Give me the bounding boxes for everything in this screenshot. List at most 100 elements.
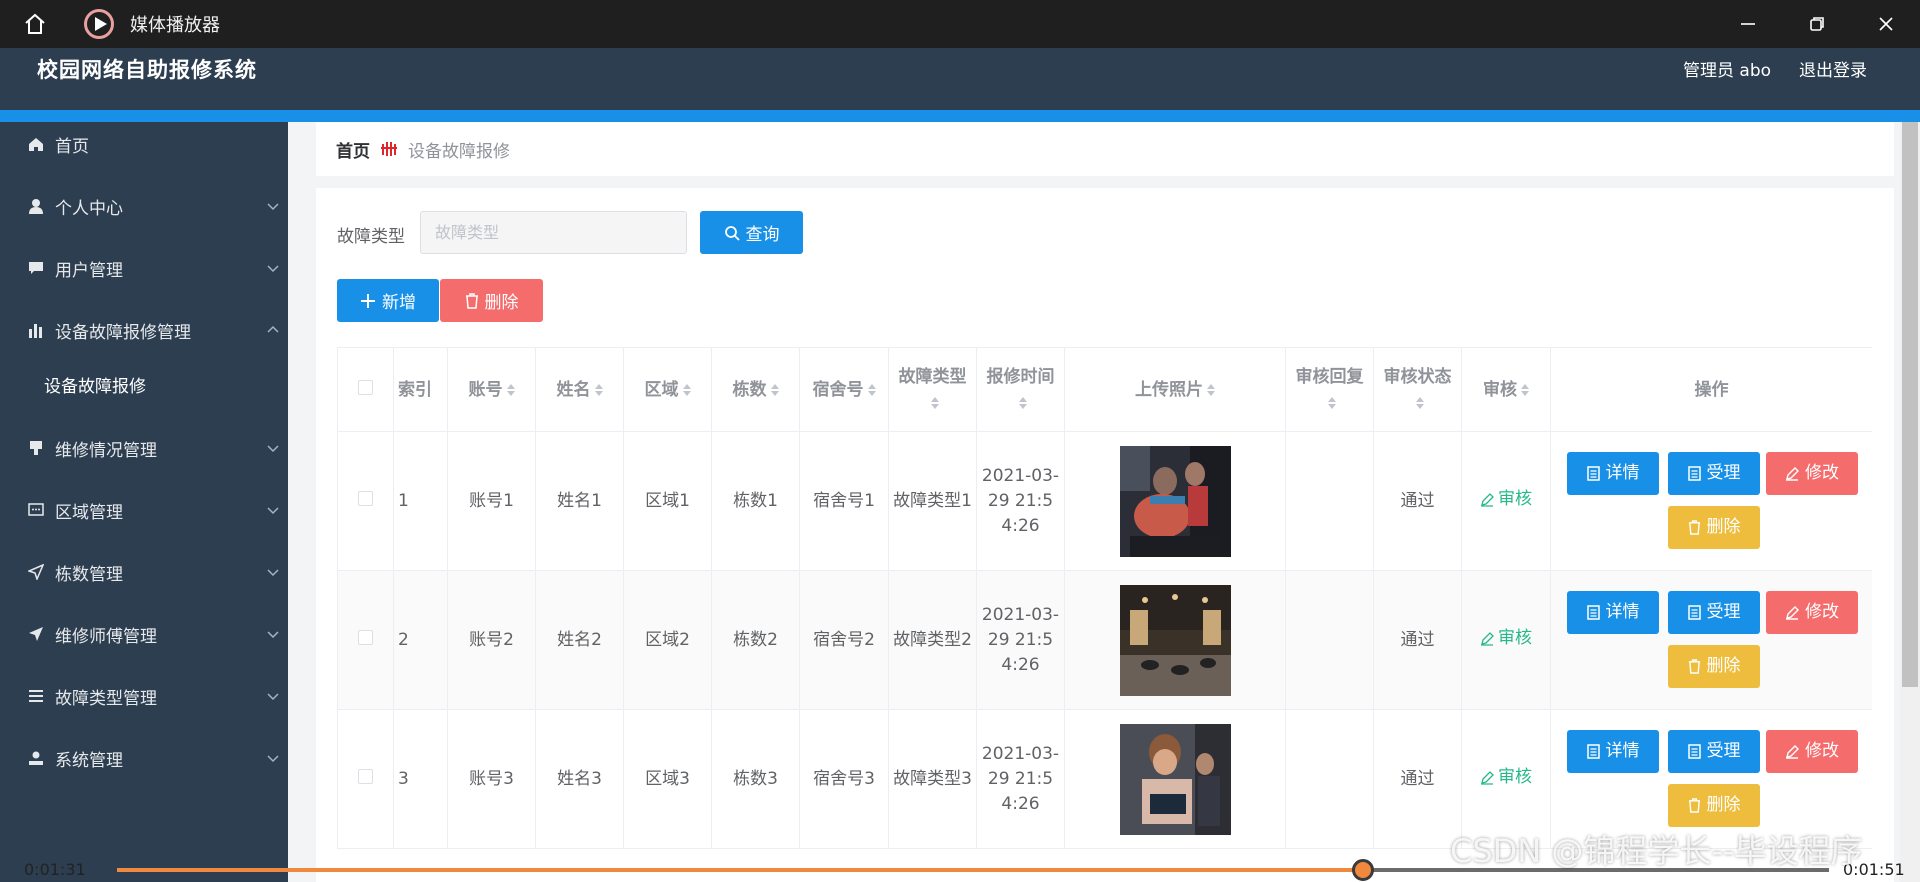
scrollbar-thumb[interactable] — [1902, 122, 1918, 687]
sort-icon[interactable] — [1521, 383, 1529, 396]
breadcrumb-separator-icon — [380, 140, 398, 158]
edit-icon — [1786, 466, 1799, 481]
send-icon — [27, 626, 45, 642]
sidebar-item-user-management[interactable]: 用户管理 — [0, 248, 288, 288]
document-icon — [1586, 744, 1600, 759]
column-header-region[interactable]: 区域 — [623, 347, 712, 432]
sort-icon[interactable] — [506, 383, 515, 396]
uploaded-photo[interactable] — [1119, 584, 1231, 696]
select-all-cell[interactable] — [337, 347, 394, 432]
header-label: 审核 — [1483, 379, 1517, 400]
breadcrumb-home[interactable]: 首页 — [336, 137, 370, 162]
document-icon — [1586, 466, 1600, 481]
edit-button[interactable]: 修改 — [1766, 452, 1858, 495]
accept-button[interactable]: 受理 — [1668, 452, 1760, 495]
column-header-account[interactable]: 账号 — [447, 347, 536, 432]
delete-button[interactable]: 删除 — [1668, 645, 1760, 688]
column-header-building[interactable]: 栋数 — [711, 347, 800, 432]
accept-button[interactable]: 受理 — [1668, 591, 1760, 634]
accept-button-label: 受理 — [1706, 463, 1741, 483]
select-all-checkbox[interactable] — [358, 379, 373, 395]
column-header-review-reply[interactable]: 审核回复 — [1285, 347, 1374, 432]
column-header-dorm[interactable]: 宿舍号 — [799, 347, 889, 432]
send-icon — [27, 564, 45, 580]
row-select-cell[interactable] — [337, 570, 394, 710]
minimize-button[interactable] — [1713, 0, 1782, 48]
column-header-photo[interactable]: 上传照片 — [1064, 347, 1286, 432]
delete-button[interactable]: 删除 — [1668, 506, 1760, 549]
edit-button[interactable]: 修改 — [1766, 591, 1858, 634]
sort-icon[interactable] — [1415, 396, 1424, 409]
sidebar-item-repair-status-management[interactable]: 维修情况管理 — [0, 428, 288, 468]
sidebar-item-fault-type-management[interactable]: 故障类型管理 — [0, 676, 288, 716]
column-header-report-time[interactable]: 报修时间 — [976, 347, 1065, 432]
cell-dorm: 宿舍号1 — [799, 431, 889, 571]
close-button[interactable] — [1851, 0, 1920, 48]
query-button[interactable]: 查询 — [700, 211, 803, 254]
edit-button-label: 修改 — [1805, 463, 1839, 483]
table-row: 2 账号2 姓名2 区域2 栋数2 宿舍号2 故障类型2 2021-03-29 … — [337, 570, 1872, 710]
row-checkbox[interactable] — [358, 629, 373, 645]
cell-review: 审核 — [1461, 570, 1551, 710]
sidebar: 首页 个人中心 用户管理 设备故障报修管理 设备故障报修 维修情况管理 区域管理… — [0, 122, 288, 882]
fault-report-table: 索引 账号 姓名 区域 栋数 宿舍号 故障类型 报修时间 上传照片 审核回复 审… — [337, 347, 1872, 882]
cell-building: 栋数1 — [711, 431, 800, 571]
review-link[interactable]: 审核 — [1480, 626, 1532, 651]
column-header-review-status[interactable]: 审核状态 — [1373, 347, 1462, 432]
sort-icon[interactable] — [1018, 396, 1027, 409]
add-button-label: 新增 — [382, 293, 416, 313]
row-checkbox[interactable] — [358, 490, 373, 506]
sort-icon[interactable] — [1207, 383, 1215, 396]
sidebar-item-fault-report-management[interactable]: 设备故障报修管理 — [0, 310, 288, 350]
row-checkbox[interactable] — [358, 768, 373, 784]
sort-icon[interactable] — [594, 383, 603, 396]
column-header-review[interactable]: 审核 — [1461, 347, 1551, 432]
sidebar-item-home[interactable]: 首页 — [0, 124, 288, 164]
sidebar-item-personal-center[interactable]: 个人中心 — [0, 186, 288, 226]
sort-icon[interactable] — [930, 396, 939, 409]
page-scrollbar[interactable] — [1900, 122, 1920, 882]
header-accent-strip — [0, 110, 1920, 122]
detail-button[interactable]: 详情 — [1567, 730, 1659, 773]
query-button-label: 查询 — [745, 225, 780, 245]
player-home-button[interactable] — [0, 0, 70, 48]
detail-button[interactable]: 详情 — [1567, 591, 1659, 634]
cell-review-reply — [1285, 431, 1374, 571]
detail-button[interactable]: 详情 — [1567, 452, 1659, 495]
batch-delete-button[interactable]: 删除 — [440, 279, 543, 322]
sidebar-item-building-management[interactable]: 栋数管理 — [0, 552, 288, 592]
cell-index: 3 — [393, 709, 448, 849]
cell-account: 账号1 — [447, 431, 536, 571]
column-header-name[interactable]: 姓名 — [535, 347, 624, 432]
sort-icon[interactable] — [1327, 396, 1336, 409]
header-label: 故障类型 — [898, 366, 967, 387]
uploaded-photo[interactable] — [1119, 723, 1231, 835]
edit-button-label: 修改 — [1805, 602, 1839, 622]
sidebar-item-label: 故障类型管理 — [55, 688, 157, 709]
fault-type-search-input[interactable] — [420, 211, 687, 254]
review-link[interactable]: 审核 — [1480, 487, 1532, 512]
sidebar-subitem-fault-report[interactable]: 设备故障报修 — [0, 364, 288, 404]
edit-button[interactable]: 修改 — [1766, 730, 1858, 773]
chat-icon — [27, 260, 45, 276]
accept-button[interactable]: 受理 — [1668, 730, 1760, 773]
sort-icon[interactable] — [867, 383, 876, 396]
bar-chart-icon — [27, 322, 45, 338]
sidebar-item-region-management[interactable]: 区域管理 — [0, 490, 288, 530]
sidebar-item-repairman-management[interactable]: 维修师傅管理 — [0, 614, 288, 654]
row-select-cell[interactable] — [337, 709, 394, 849]
sort-icon[interactable] — [682, 383, 691, 396]
add-button[interactable]: 新增 — [337, 279, 439, 322]
row-select-cell[interactable] — [337, 431, 394, 571]
uploaded-photo[interactable] — [1119, 445, 1231, 557]
logout-link[interactable]: 退出登录 — [1799, 56, 1867, 81]
review-link[interactable]: 审核 — [1480, 765, 1532, 790]
column-header-fault-type[interactable]: 故障类型 — [888, 347, 977, 432]
chevron-down-icon — [266, 750, 280, 770]
sort-icon[interactable] — [770, 383, 779, 396]
restore-button[interactable] — [1782, 0, 1851, 48]
sidebar-item-system-management[interactable]: 系统管理 — [0, 738, 288, 778]
delete-button[interactable]: 删除 — [1668, 784, 1760, 827]
delete-button-label: 删除 — [1706, 517, 1741, 537]
delete-button-label: 删除 — [1706, 795, 1741, 815]
